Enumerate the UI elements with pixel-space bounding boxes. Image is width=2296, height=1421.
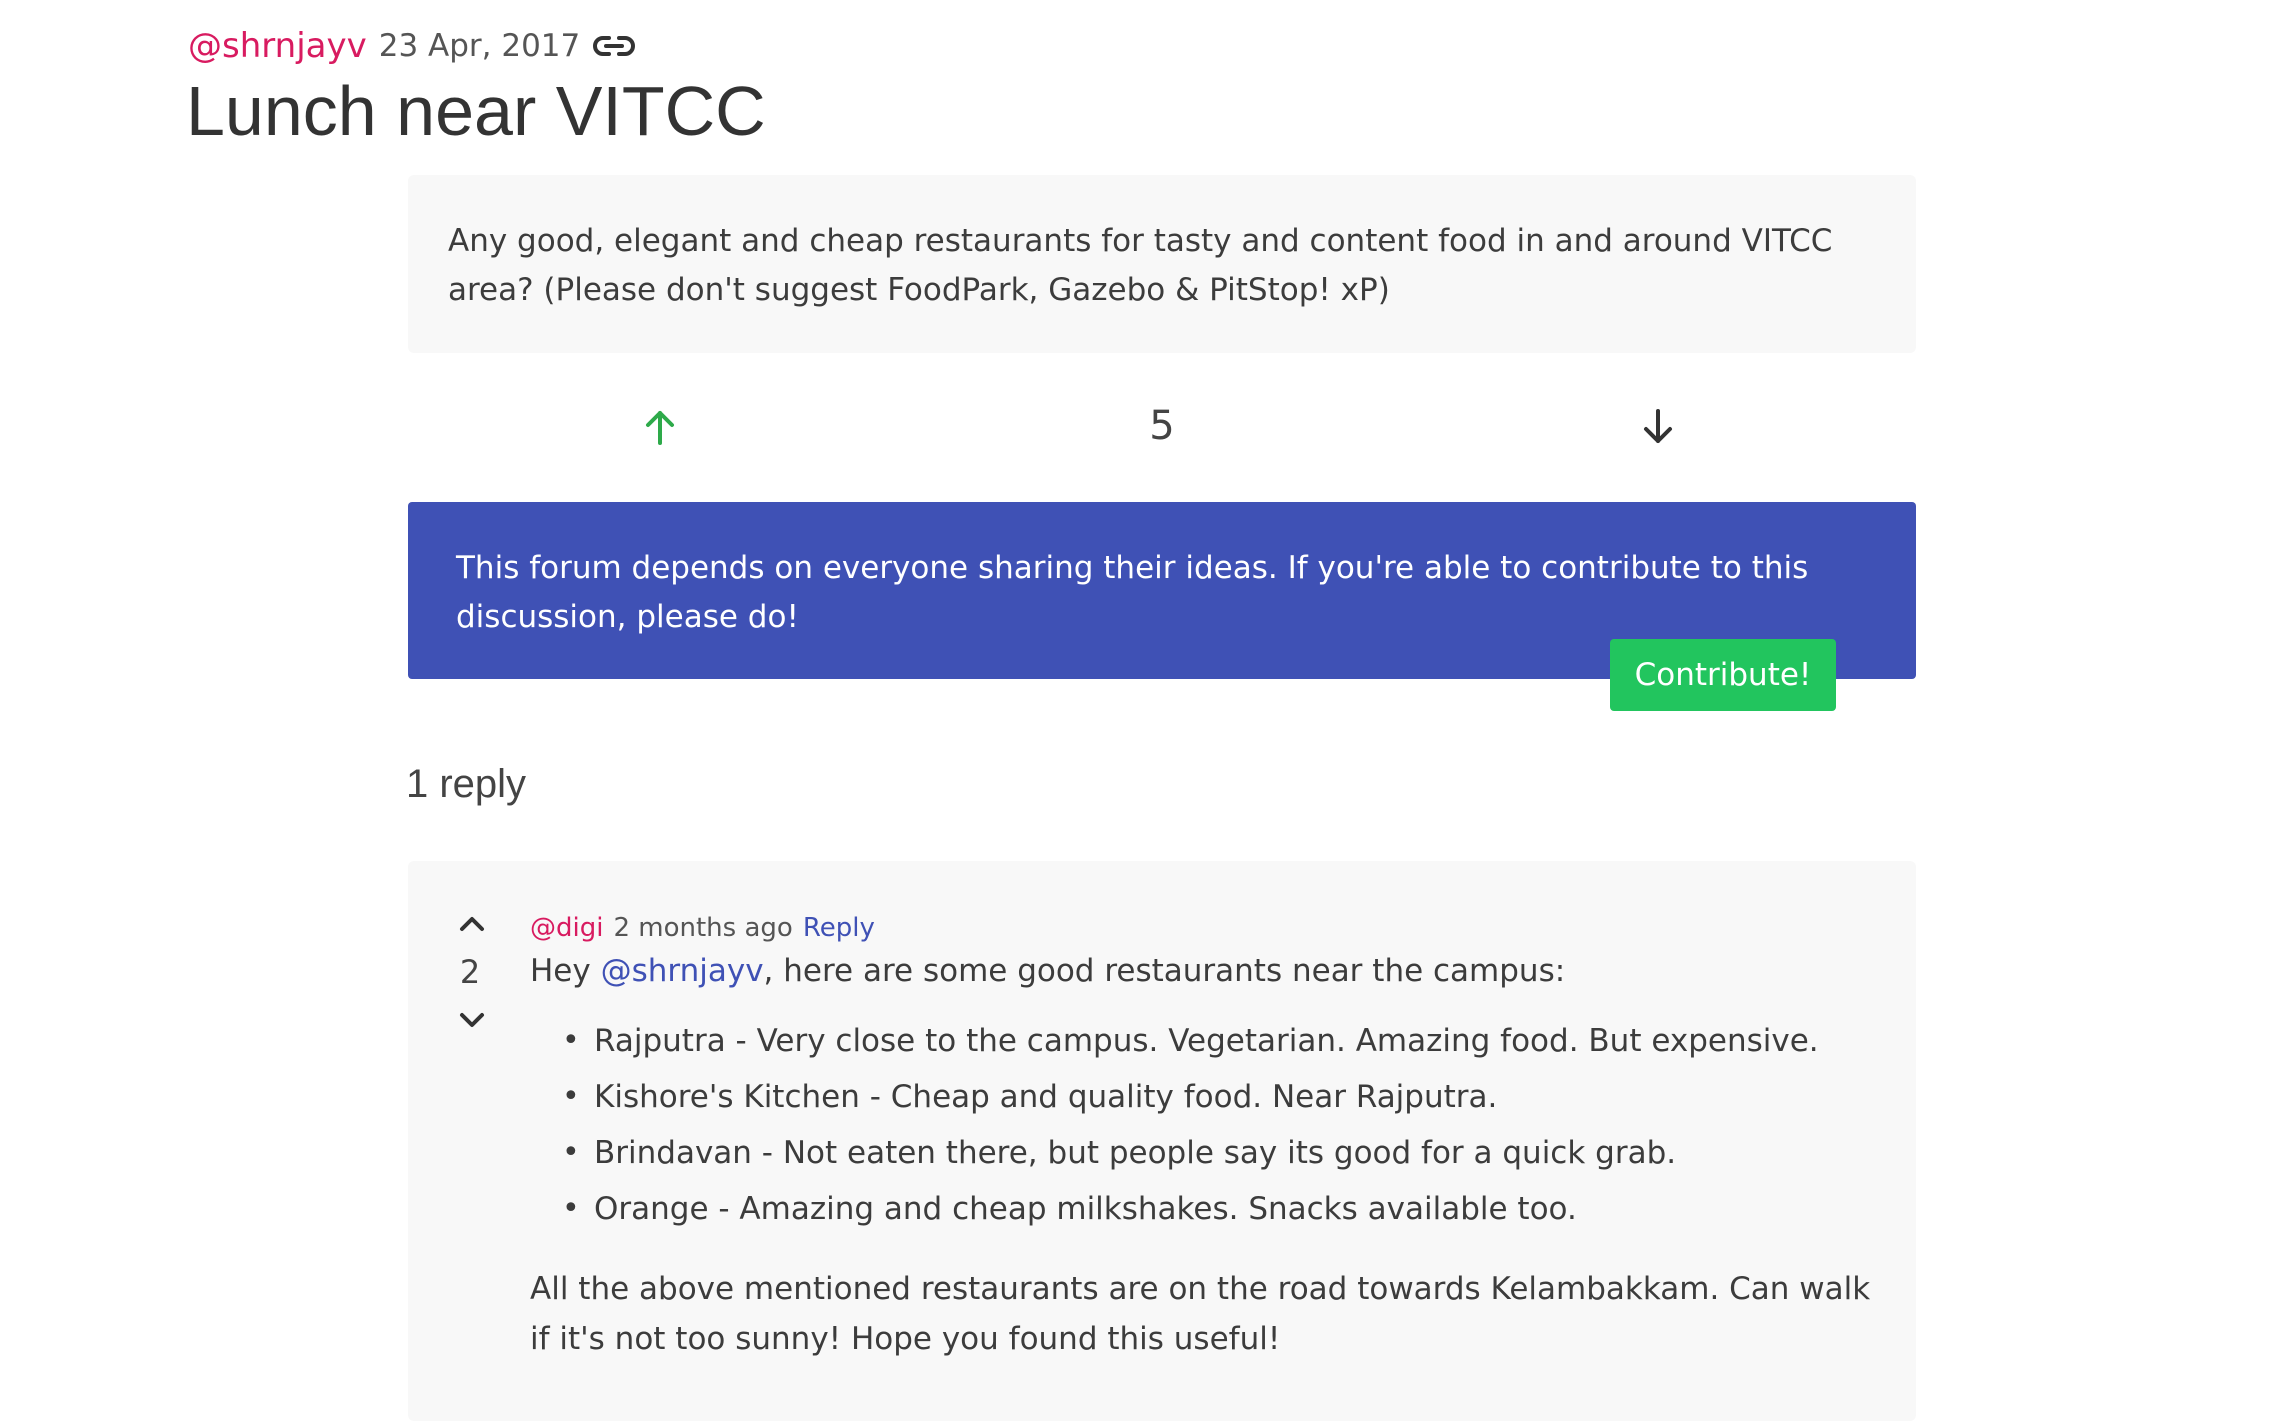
reply-count-heading: 1 reply bbox=[406, 762, 527, 806]
list-item: • Rajputra - Very close to the campus. Ve… bbox=[530, 1018, 1890, 1064]
list-item: • Orange - Amazing and cheap milkshakes. … bbox=[530, 1186, 1890, 1232]
bullet-icon: • bbox=[562, 1135, 580, 1170]
bullet-icon: • bbox=[562, 1023, 580, 1058]
bullet-icon: • bbox=[562, 1191, 580, 1226]
link-icon[interactable] bbox=[592, 31, 636, 61]
reply-intro: Hey @shrnjayv, here are some good restau… bbox=[530, 947, 1890, 996]
list-item: • Brindavan - Not eaten there, but people… bbox=[530, 1130, 1890, 1176]
reply-card: 2 @digi 2 months ago Reply Hey @shrnjayv… bbox=[408, 861, 1916, 1421]
post-author-link[interactable]: @shrnjayv bbox=[188, 22, 367, 70]
chevron-up-icon[interactable] bbox=[458, 913, 486, 937]
reply-intro-after: , here are some good restaurants near th… bbox=[763, 953, 1566, 989]
bullet-icon: • bbox=[562, 1079, 580, 1114]
arrow-up-icon[interactable] bbox=[642, 407, 678, 451]
list-item-text: Rajputra - Very close to the campus. Veg… bbox=[594, 1023, 1819, 1059]
reply-content: Hey @shrnjayv, here are some good restau… bbox=[530, 947, 1890, 1364]
post-date: 23 Apr, 2017 bbox=[378, 28, 581, 64]
reply-intro-before: Hey bbox=[530, 953, 601, 989]
post-body: Any good, elegant and cheap restaurants … bbox=[408, 175, 1916, 353]
post-vote-bar: 5 bbox=[0, 395, 2296, 465]
page-title: Lunch near VITCC bbox=[186, 72, 766, 150]
reply-footer: All the above mentioned restaurants are … bbox=[530, 1271, 1871, 1357]
contribute-message: This forum depends on everyone sharing t… bbox=[456, 550, 1809, 635]
arrow-down-icon[interactable] bbox=[1640, 407, 1676, 451]
post-meta: @shrnjayv 23 Apr, 2017 bbox=[188, 22, 636, 70]
reply-author-link[interactable]: @digi bbox=[530, 908, 603, 948]
reply-meta: @digi 2 months ago Reply bbox=[530, 908, 875, 948]
reply-button[interactable]: Reply bbox=[803, 908, 875, 948]
contribute-button[interactable]: Contribute! bbox=[1610, 639, 1836, 711]
post-vote-count: 5 bbox=[1149, 403, 1175, 449]
reply-timestamp: 2 months ago bbox=[613, 913, 793, 943]
list-item-text: Orange - Amazing and cheap milkshakes. S… bbox=[594, 1191, 1577, 1227]
mention-link[interactable]: @shrnjayv bbox=[601, 953, 764, 989]
list-item: • Kishore's Kitchen - Cheap and quality f… bbox=[530, 1074, 1890, 1120]
reply-vote-count: 2 bbox=[459, 953, 481, 991]
chevron-down-icon[interactable] bbox=[458, 1011, 486, 1035]
list-item-text: Brindavan - Not eaten there, but people … bbox=[594, 1135, 1677, 1171]
restaurant-list: • Rajputra - Very close to the campus. Ve… bbox=[530, 1018, 1890, 1232]
list-item-text: Kishore's Kitchen - Cheap and quality fo… bbox=[594, 1079, 1498, 1115]
